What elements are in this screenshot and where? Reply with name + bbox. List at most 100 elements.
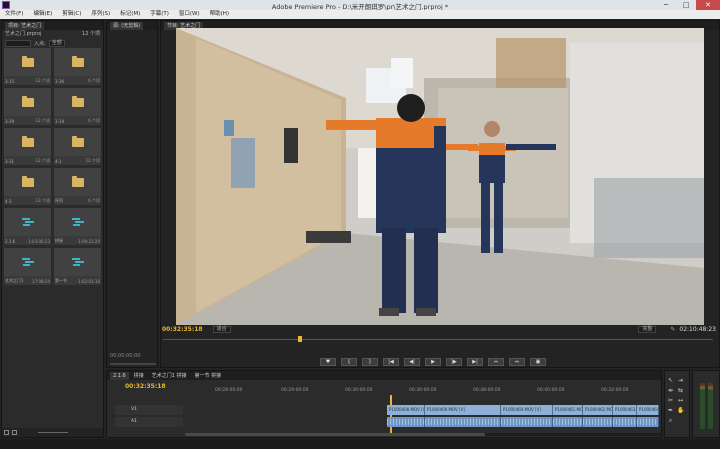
menu-edit[interactable]: 编辑(E) bbox=[28, 10, 57, 19]
project-item[interactable]: 3-15 12 个项 bbox=[4, 48, 51, 85]
step-forward-button[interactable]: |▶ bbox=[446, 358, 462, 366]
source-monitor: 源: (无剪辑) 00;00;00;00 bbox=[106, 20, 158, 368]
hand-tool-icon[interactable]: ✋ bbox=[677, 407, 684, 414]
zoom-tool-icon[interactable]: ⌕ bbox=[667, 417, 674, 424]
project-item[interactable]: 4-3 13 个项 bbox=[4, 168, 51, 205]
menu-clip[interactable]: 剪辑(C) bbox=[57, 10, 86, 19]
video-clip[interactable]: P1000462.MOV bbox=[583, 405, 613, 415]
folder-icon bbox=[21, 135, 34, 147]
source-scrub-bar[interactable] bbox=[110, 363, 156, 365]
sequence-icon bbox=[71, 257, 84, 267]
folder-icon bbox=[71, 55, 84, 67]
transport-controls: ♥ { } |◀ ◀| ▶ |▶ ▶| ⇔ ⇔ ▣ bbox=[320, 358, 546, 366]
video-clip[interactable]: P1000408.MOV [V] bbox=[387, 405, 425, 415]
search-in-label: 入点: bbox=[34, 40, 46, 47]
go-to-out-button[interactable]: ▶| bbox=[467, 358, 483, 366]
timeline-panel: 2.1.6 拼接 艺术之门1 拼接 第一节 拼接 00:32:35:18 00:… bbox=[106, 370, 662, 438]
project-item[interactable]: 第一节 1:02:03:10 bbox=[54, 248, 101, 285]
menu-window[interactable]: 窗口(W) bbox=[174, 10, 205, 19]
mark-in-button[interactable]: { bbox=[341, 358, 357, 366]
ripple-edit-tool-icon[interactable]: ⇹ bbox=[667, 387, 674, 394]
play-button[interactable]: ▶ bbox=[425, 358, 441, 366]
zoom-slider[interactable] bbox=[38, 432, 68, 433]
time-ruler[interactable]: 00:28:00:00 00:29:00:00 00:30:00:00 00:3… bbox=[185, 386, 661, 396]
folder-icon bbox=[71, 95, 84, 107]
close-button[interactable]: ✕ bbox=[696, 0, 720, 10]
video-clip[interactable]: P1000409.MOV [V] bbox=[425, 405, 501, 415]
rolling-edit-tool-icon[interactable]: ⇆ bbox=[677, 387, 684, 394]
extract-button[interactable]: ⇔ bbox=[509, 358, 525, 366]
project-item[interactable]: 3-29 12 个项 bbox=[4, 88, 51, 125]
go-to-in-button[interactable]: |◀ bbox=[383, 358, 399, 366]
project-item[interactable]: 3-36 6 个项 bbox=[54, 48, 101, 85]
video-frame-image bbox=[176, 28, 704, 325]
folder-icon bbox=[21, 175, 34, 187]
timeline-scrollbar[interactable] bbox=[185, 433, 661, 436]
wrench-icon[interactable]: ✎ bbox=[670, 326, 675, 333]
video-clip[interactable]: P1000461.MOV bbox=[553, 405, 583, 415]
video-clip[interactable]: P1000463.MOV bbox=[613, 405, 637, 415]
menu-sequence[interactable]: 序列(S) bbox=[86, 10, 115, 19]
mark-out-button[interactable]: } bbox=[362, 358, 378, 366]
project-item[interactable]: 序列 6 个项 bbox=[54, 168, 101, 205]
audio-clip[interactable] bbox=[387, 417, 425, 427]
add-marker-button[interactable]: ♥ bbox=[320, 358, 336, 366]
icon-view-icon[interactable] bbox=[12, 430, 17, 435]
track-header-v1[interactable]: V1 bbox=[115, 405, 183, 415]
menu-marker[interactable]: 标记(M) bbox=[115, 10, 145, 19]
project-item[interactable]: 艺术之门1 17:08:24 bbox=[4, 248, 51, 285]
project-search-input[interactable] bbox=[5, 39, 31, 47]
minimize-button[interactable]: ─ bbox=[656, 0, 676, 10]
program-playhead[interactable] bbox=[298, 336, 302, 342]
menu-file[interactable]: 文件(F) bbox=[0, 10, 28, 19]
project-item[interactable]: 2.1.6 1:03:06:23 bbox=[4, 208, 51, 245]
program-timecode: 00:32:35:18 bbox=[162, 326, 203, 333]
slip-tool-icon[interactable]: ↔ bbox=[677, 397, 684, 404]
video-clip[interactable]: P1000464.MOV bbox=[637, 405, 659, 415]
step-back-button[interactable]: ◀| bbox=[404, 358, 420, 366]
folder-icon bbox=[21, 95, 34, 107]
tab-sequence-2[interactable]: 拼接 bbox=[131, 372, 147, 380]
tab-source[interactable]: 源: (无剪辑) bbox=[110, 21, 144, 30]
tab-project[interactable]: 项目: 艺术之门 bbox=[5, 21, 45, 30]
pen-tool-icon[interactable]: ✒ bbox=[667, 407, 674, 414]
project-item[interactable]: 4-1 12 个项 bbox=[54, 128, 101, 165]
audio-clip[interactable] bbox=[583, 417, 613, 427]
tab-sequence-1[interactable]: 2.1.6 bbox=[110, 371, 129, 380]
razor-tool-icon[interactable]: ✂ bbox=[667, 397, 674, 404]
track-header-a1[interactable]: A1 bbox=[115, 417, 183, 427]
track-select-tool-icon[interactable]: ⇥ bbox=[677, 377, 684, 384]
export-frame-button[interactable]: ▣ bbox=[530, 358, 546, 366]
audio-clip[interactable] bbox=[613, 417, 637, 427]
audio-clip[interactable] bbox=[501, 417, 553, 427]
selection-tool-icon[interactable]: ↖ bbox=[667, 377, 674, 384]
program-video-frame bbox=[176, 28, 704, 325]
window-title-bar: Adobe Premiere Pro - D:\米开朗琪罗\pr\艺术之门.pr… bbox=[0, 0, 720, 11]
tab-sequence-4[interactable]: 第一节 拼接 bbox=[192, 372, 225, 380]
video-clip[interactable]: P1000460.MOV [V] bbox=[501, 405, 553, 415]
list-view-icon[interactable] bbox=[4, 430, 9, 435]
search-scope-dropdown[interactable]: 全部 bbox=[48, 39, 65, 47]
project-item[interactable]: 拼接 1:09:23:20 bbox=[54, 208, 101, 245]
folder-icon bbox=[71, 135, 84, 147]
sequence-icon bbox=[21, 257, 34, 267]
menu-help[interactable]: 帮助(H) bbox=[205, 10, 234, 19]
audio-clip[interactable] bbox=[637, 417, 659, 427]
audio-track-a1 bbox=[387, 417, 659, 427]
menu-title[interactable]: 字幕(T) bbox=[145, 10, 174, 19]
folder-icon bbox=[21, 55, 34, 67]
project-item[interactable]: 3-31 12 个项 bbox=[4, 128, 51, 165]
lift-button[interactable]: ⇔ bbox=[488, 358, 504, 366]
playback-quality-dropdown[interactable]: 完整 bbox=[638, 326, 657, 333]
project-file-name: 艺术之门.prproj bbox=[5, 31, 42, 37]
program-fit-dropdown[interactable]: 适合 bbox=[212, 326, 231, 333]
audio-clip[interactable] bbox=[425, 417, 501, 427]
timeline-timecode: 00:32:35:18 bbox=[125, 383, 166, 390]
tab-sequence-3[interactable]: 艺术之门1 拼接 bbox=[149, 372, 190, 380]
status-bar bbox=[0, 439, 720, 449]
program-scrub-bar[interactable] bbox=[163, 335, 713, 343]
project-item[interactable]: 3-19 6 个项 bbox=[54, 88, 101, 125]
audio-clip[interactable] bbox=[553, 417, 583, 427]
timeline-playhead[interactable] bbox=[390, 395, 392, 435]
maximize-button[interactable]: □ bbox=[676, 0, 696, 10]
